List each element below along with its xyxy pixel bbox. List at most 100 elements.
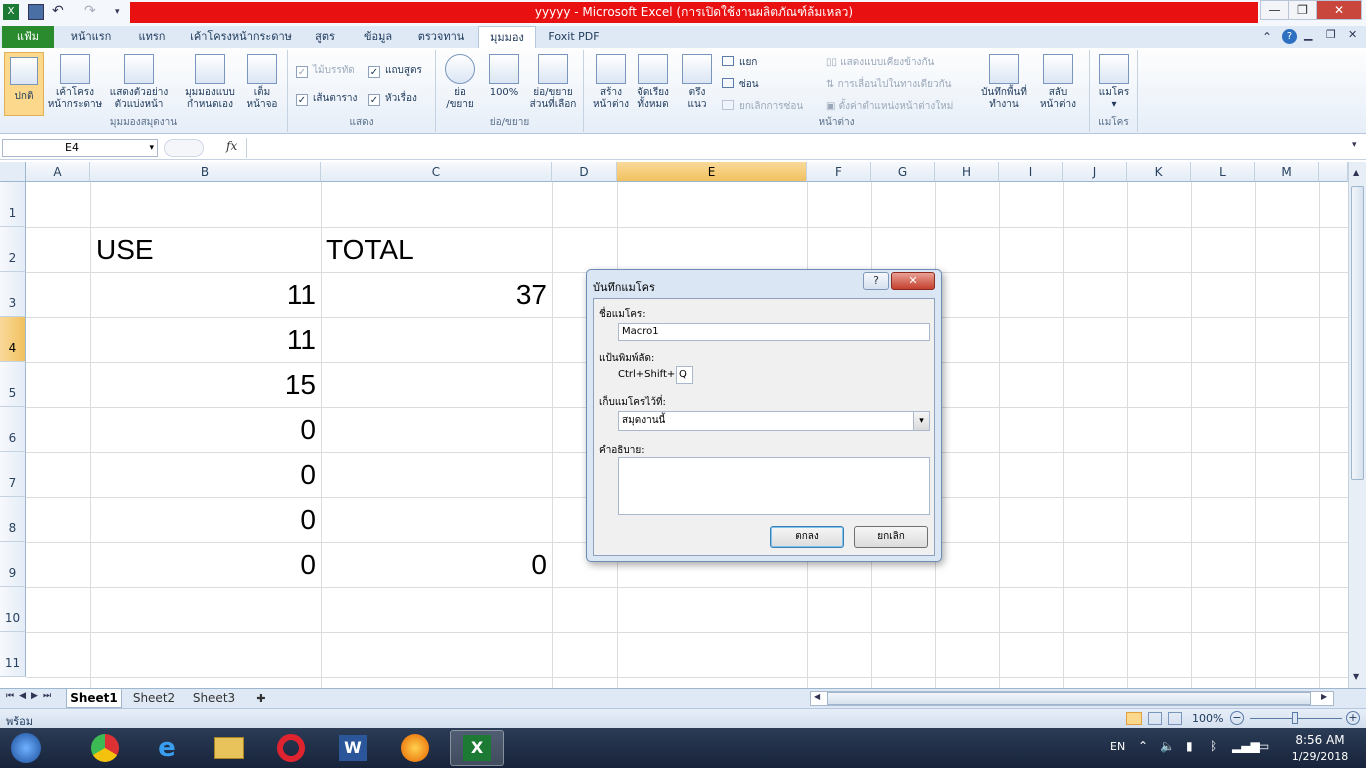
cell-b6[interactable]: 0 — [90, 414, 316, 446]
column-header-a[interactable]: A — [26, 162, 90, 182]
name-box[interactable]: E4 ▾ — [2, 139, 158, 157]
cell-b9[interactable]: 0 — [90, 549, 316, 581]
opera-taskbar-button[interactable] — [266, 730, 316, 766]
scroll-thumb[interactable] — [1351, 186, 1364, 480]
row-header-6[interactable]: 6 — [0, 407, 26, 452]
doc-close-button[interactable]: ✕ — [1348, 28, 1357, 41]
redo-icon[interactable]: ↷ — [84, 4, 100, 20]
volume-icon[interactable]: 🔈 — [1160, 739, 1175, 753]
cell-c3[interactable]: 37 — [321, 279, 547, 311]
doc-restore-button[interactable]: ❐ — [1326, 28, 1336, 41]
zoom-100-button[interactable]: 100% — [484, 54, 524, 99]
zoom-button[interactable]: ย่อ /ขยาย — [440, 54, 480, 111]
undo-icon[interactable]: ↶ — [52, 4, 68, 20]
macro-name-input[interactable]: Macro1 — [618, 323, 930, 341]
shortcut-key-input[interactable]: Q — [676, 366, 693, 384]
zoom-to-selection-button[interactable]: ย่อ/ขยาย ส่วนที่เลือก — [526, 54, 580, 111]
chevron-down-icon[interactable]: ▾ — [913, 412, 929, 430]
row-header-8[interactable]: 8 — [0, 497, 26, 542]
unhide-button[interactable]: ยกเลิกการซ่อน — [722, 100, 803, 114]
word-taskbar-button[interactable]: W — [328, 730, 378, 766]
freeze-panes-button[interactable]: ตรึง แนว — [676, 54, 718, 111]
row-header-5[interactable]: 5 — [0, 362, 26, 407]
row-header-9[interactable]: 9 — [0, 542, 26, 587]
column-header-h[interactable]: H — [935, 162, 999, 182]
firefox-taskbar-button[interactable] — [390, 730, 440, 766]
chrome-taskbar-button[interactable] — [80, 730, 130, 766]
row-header-4[interactable]: 4 — [0, 317, 26, 362]
tab-page-layout[interactable]: เค้าโครงหน้ากระดาษ — [184, 26, 298, 48]
split-button[interactable]: แยก — [722, 56, 757, 70]
row-header-1[interactable]: 1 — [0, 182, 26, 227]
insert-sheet-icon[interactable]: ✚ — [250, 689, 272, 708]
view-side-by-side-button[interactable]: ▯▯ แสดงแบบเคียงข้างกัน — [826, 56, 934, 70]
zoom-slider-thumb[interactable] — [1292, 712, 1298, 724]
gridlines-checkbox[interactable]: ✓ เส้นตาราง — [296, 92, 357, 106]
ruler-checkbox[interactable]: ✓ ไม้บรรทัด — [296, 64, 355, 78]
page-break-view-icon[interactable] — [1168, 712, 1182, 725]
zoom-out-icon[interactable]: − — [1230, 711, 1244, 725]
column-header-g[interactable]: G — [871, 162, 935, 182]
tab-foxit-pdf[interactable]: Foxit PDF — [540, 26, 608, 48]
column-header-d[interactable]: D — [552, 162, 617, 182]
row-header-10[interactable]: 10 — [0, 587, 26, 632]
cell-c9[interactable]: 0 — [321, 549, 547, 581]
zoom-level[interactable]: 100% — [1192, 712, 1223, 725]
ok-button[interactable]: ตกลง — [770, 526, 844, 548]
column-header-c[interactable]: C — [321, 162, 552, 182]
tab-data[interactable]: ข้อมูล — [352, 26, 404, 48]
bluetooth-icon[interactable]: ᛒ — [1210, 739, 1217, 753]
page-layout-view-icon[interactable] — [1148, 712, 1162, 725]
page-break-preview-button[interactable]: แสดงตัวอย่าง ตัวแบ่งหน้า — [106, 54, 172, 111]
scroll-left-icon[interactable]: ◀ — [814, 692, 820, 701]
reset-window-position-button[interactable]: ▣ ตั้งค่าตำแหน่งหน้าต่างใหม่ — [826, 100, 953, 114]
formula-input[interactable] — [246, 138, 1350, 158]
tab-home[interactable]: หน้าแรก — [60, 26, 122, 48]
doc-minimize-button[interactable]: ▁ — [1304, 28, 1312, 41]
cell-b5[interactable]: 15 — [90, 369, 316, 401]
scroll-thumb[interactable] — [827, 692, 1311, 705]
cell-b8[interactable]: 0 — [90, 504, 316, 536]
zoom-in-icon[interactable]: + — [1346, 711, 1360, 725]
row-header-2[interactable]: 2 — [0, 227, 26, 272]
page-layout-button[interactable]: เค้าโครง หน้ากระดาษ — [46, 54, 104, 111]
scroll-down-icon[interactable]: ▼ — [1353, 672, 1359, 681]
column-header-e[interactable]: E — [617, 162, 807, 182]
full-screen-button[interactable]: เต็ม หน้าจอ — [242, 54, 282, 111]
network-icon[interactable]: ▮ — [1186, 739, 1193, 753]
expand-formula-bar-icon[interactable]: ▾ — [1352, 140, 1357, 150]
row-header-11[interactable]: 11 — [0, 632, 26, 677]
insert-function-icon[interactable]: fx — [226, 139, 237, 153]
store-macro-select[interactable]: สมุดงานนี้ ▾ — [618, 411, 930, 431]
sheet-nav-arrows-icon[interactable]: ⏮◀▶⏭ — [6, 691, 56, 701]
customize-qat-icon[interactable]: ▾ — [115, 4, 131, 20]
column-header-k[interactable]: K — [1127, 162, 1191, 182]
help-icon[interactable]: ? — [1282, 29, 1297, 44]
cell-b7[interactable]: 0 — [90, 459, 316, 491]
macros-button[interactable]: แมโคร ▾ — [1094, 54, 1134, 111]
custom-views-button[interactable]: มุมมองแบบ กำหนดเอง — [180, 54, 240, 111]
normal-view-button[interactable]: ปกติ — [4, 52, 44, 116]
excel-taskbar-button[interactable]: X — [450, 730, 504, 766]
scroll-up-icon[interactable]: ▲ — [1353, 168, 1359, 177]
restore-button[interactable]: ❐ — [1288, 0, 1317, 20]
tab-file[interactable]: แฟ้ม — [2, 26, 54, 48]
sheet-tab-1[interactable]: Sheet1 — [66, 689, 122, 708]
column-header-i[interactable]: I — [999, 162, 1063, 182]
save-workspace-button[interactable]: บันทึกพื้นที่ ทำงาน — [978, 54, 1030, 111]
signal-icon[interactable]: ▂▄▆ — [1232, 739, 1260, 753]
save-icon[interactable] — [28, 4, 44, 20]
tab-review[interactable]: ตรวจทาน — [408, 26, 474, 48]
row-header-3[interactable]: 3 — [0, 272, 26, 317]
hide-button[interactable]: ซ่อน — [722, 78, 759, 92]
sheet-tab-2[interactable]: Sheet2 — [126, 689, 182, 708]
description-textarea[interactable] — [618, 457, 930, 515]
file-explorer-taskbar-button[interactable] — [204, 730, 254, 766]
dialog-close-button[interactable]: ✕ — [891, 272, 935, 290]
formula-bar-checkbox[interactable]: ✓ แถบสูตร — [368, 64, 422, 78]
column-header-j[interactable]: J — [1063, 162, 1127, 182]
tab-view[interactable]: มุมมอง — [478, 26, 536, 48]
language-indicator[interactable]: EN — [1110, 740, 1125, 753]
headings-checkbox[interactable]: ✓ หัวเรื่อง — [368, 92, 417, 106]
start-button[interactable] — [2, 730, 50, 766]
